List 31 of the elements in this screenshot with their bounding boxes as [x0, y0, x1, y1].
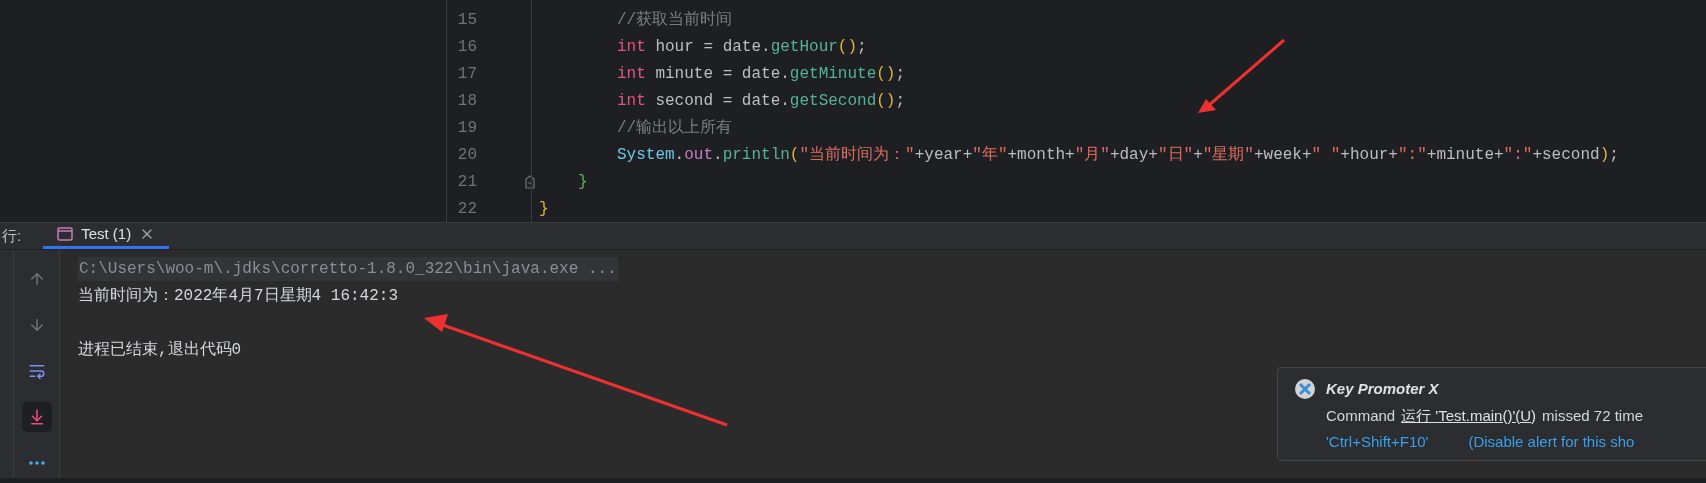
line-number: 21 [456, 171, 477, 193]
line-number: 19 [456, 117, 477, 139]
line-number: 22 [456, 198, 477, 220]
fold-icon[interactable] [525, 174, 535, 189]
more-icon [28, 460, 45, 465]
shortcut-text: 'Ctrl+Shift+F10' [1326, 432, 1429, 452]
notification-title: Key Promoter X [1326, 379, 1439, 399]
command-link[interactable]: 运行 'Test.main()'(U) [1401, 404, 1537, 427]
notification-text: missed 72 time [1542, 405, 1643, 426]
code-line: } [577, 171, 588, 193]
code-line: System.out.println("当前时间为："+year+"年"+month+"月"+day+"日"+"星期"+week+" "+hour+":"+minute+":"+second); [616, 144, 1619, 166]
line-number: 18 [456, 90, 477, 112]
code-line: //获取当前时间 [616, 9, 733, 31]
code-line: //输出以上所有 [616, 117, 733, 139]
tab-label: Test (1) [81, 224, 132, 244]
console-line: 进程已结束,退出代码0 [78, 340, 242, 361]
console-line: 当前时间为：2022年4月7日星期4 16:42:3 [78, 286, 399, 307]
window-icon [57, 227, 74, 242]
toolbar-button[interactable] [21, 401, 52, 432]
line-number: 17 [456, 63, 477, 85]
code-line: } [539, 198, 549, 220]
code-line: int hour = date.getHour(); [616, 36, 867, 58]
line-number: 15 [456, 9, 477, 31]
disable-alert-link[interactable]: (Disable alert for this sho [1468, 431, 1635, 454]
code-line: int second = date.getSecond(); [616, 90, 906, 112]
line-number: 20 [456, 144, 477, 166]
notification-text: Command [1326, 405, 1396, 426]
line-number: 16 [456, 36, 477, 58]
panel-title: 行: [2, 225, 22, 246]
code-line: int minute = date.getMinute(); [616, 63, 906, 85]
key-promoter-icon [1294, 378, 1316, 401]
